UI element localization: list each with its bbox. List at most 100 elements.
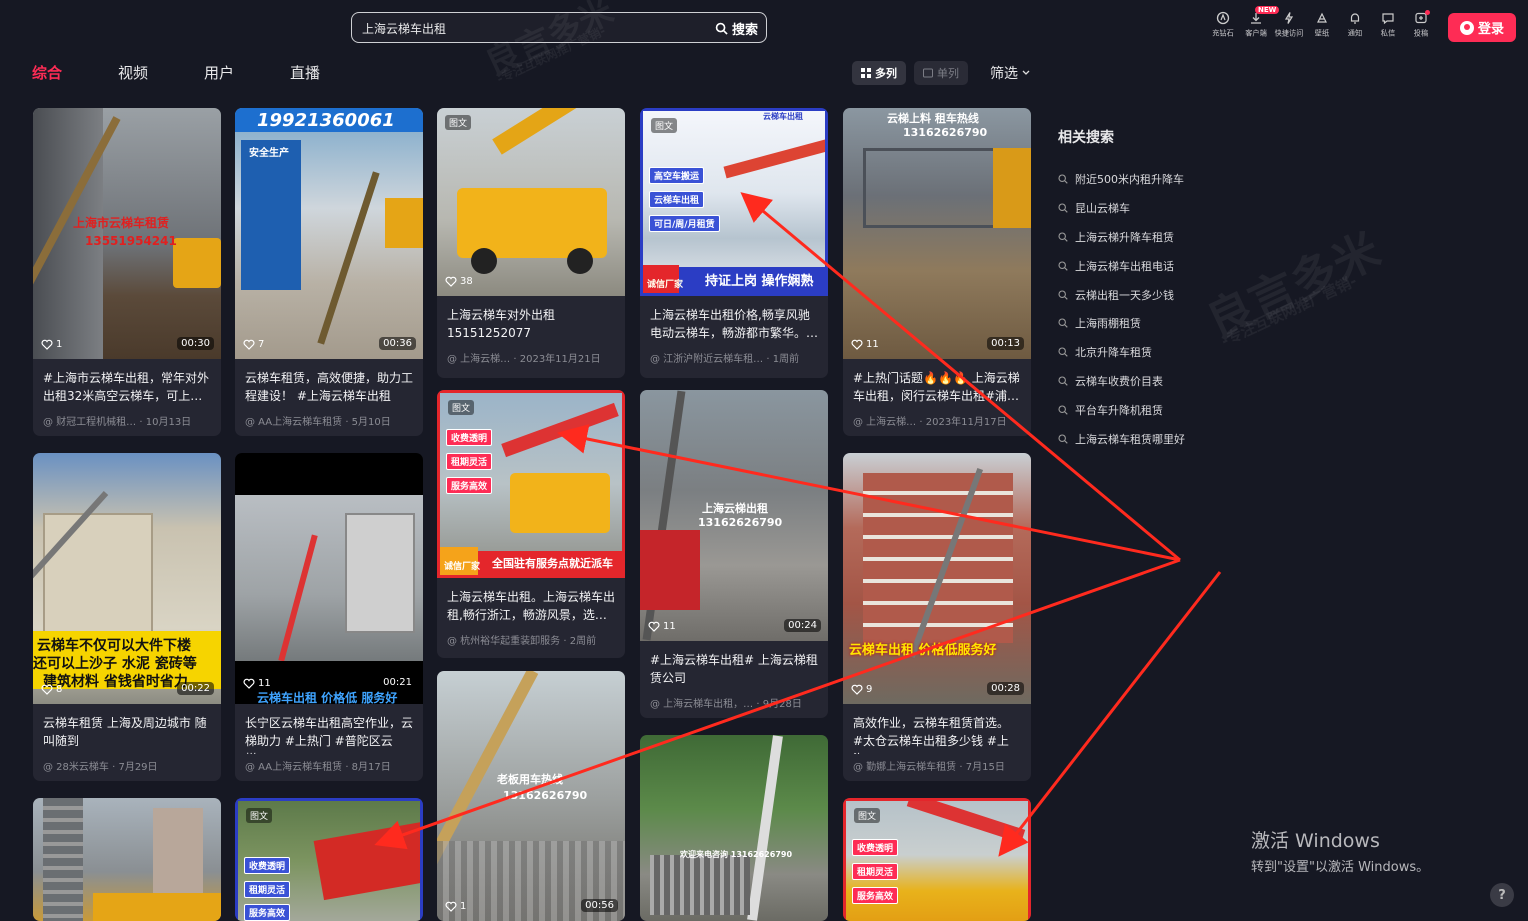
search-icon <box>1058 290 1068 300</box>
tab-user[interactable]: 用户 <box>204 62 290 83</box>
heart-icon <box>243 339 255 350</box>
video-thumbnail[interactable]: 上海市云梯车租赁 13551954241 1 00:30 <box>33 108 221 359</box>
heart-icon <box>445 276 457 287</box>
grid-icon <box>861 68 871 78</box>
video-thumbnail[interactable]: 19921360061 安全生产 7 00:36 <box>235 108 423 359</box>
image-post-card[interactable]: 云梯车出租 高空车搬运 云梯车出租 可日/周/月租赁 诚信厂家 持证上岗 操作娴… <box>640 108 828 378</box>
video-duration: 00:30 <box>177 337 214 350</box>
card-title[interactable]: 云梯车租赁，高效便捷，助力工程建设！ #上海云梯车出租 #… <box>235 359 423 409</box>
video-duration: 00:21 <box>379 676 416 689</box>
login-button[interactable]: 登录 <box>1448 13 1516 42</box>
single-column-icon <box>923 68 933 78</box>
image-post-card[interactable]: 收费透明 租期灵活 服务高效 图文 <box>843 798 1031 921</box>
video-card[interactable]: 欢迎来电咨询 13162626790 <box>640 735 828 921</box>
tab-live[interactable]: 直播 <box>290 62 376 83</box>
top-icon-message[interactable]: 私信 <box>1371 8 1404 39</box>
top-bar: 上海云梯车出租 搜索 充钻石 NEW 客户端 快捷访问 壁纸 通知 私信 投稿 … <box>0 0 1528 52</box>
video-duration: 00:13 <box>987 337 1024 350</box>
top-icon-wallpaper[interactable]: 壁纸 <box>1305 8 1338 39</box>
tab-video[interactable]: 视频 <box>118 62 204 83</box>
search-input[interactable]: 上海云梯车出租 <box>362 20 446 37</box>
related-search-item[interactable]: 云梯出租一天多少钱 <box>1058 280 1185 309</box>
windows-activation-notice: 激活 Windows 转到"设置"以激活 Windows。 <box>1251 830 1430 875</box>
video-card[interactable]: 云梯车出租 价格低服务好 9 00:28 高效作业，云梯车租赁首选。 #太仓云梯… <box>843 453 1031 781</box>
card-title[interactable]: #上热门话题🔥🔥🔥 上海云梯车出租，闵行云梯车出租#浦… <box>843 359 1031 409</box>
top-icon-notify[interactable]: 通知 <box>1338 8 1371 39</box>
post-thumbnail[interactable]: 收费透明 租期灵活 服务高效 图文 <box>235 798 423 921</box>
layout-switch: 多列 单列 筛选 <box>852 61 1030 85</box>
video-thumbnail[interactable]: 上海云梯出租 13162626790 11 00:24 <box>640 390 828 641</box>
video-card[interactable]: 上海市云梯车租赁 13551954241 1 00:30 #上海市云梯车出租，常… <box>33 108 221 436</box>
related-search-item[interactable]: 上海云梯升降车租赁 <box>1058 223 1185 252</box>
related-search-item[interactable]: 昆山云梯车 <box>1058 194 1185 223</box>
card-meta: @ 上海云梯… · 2023年11月17日 <box>853 417 1007 428</box>
card-title[interactable]: 上海云梯车出租价格,畅享风驰电动云梯车，畅游都市繁华。… <box>640 296 828 346</box>
card-title[interactable]: 上海云梯车出租。上海云梯车出租,畅行浙江，畅游风景，选… <box>437 578 625 628</box>
related-search-item[interactable]: 北京升降车租赁 <box>1058 338 1185 367</box>
video-card[interactable]: 云梯车出租 价格低 服务好 11 00:21 长宁区云梯车出租高空作业，云梯助力… <box>235 453 423 781</box>
search-button[interactable]: 搜索 <box>715 19 758 38</box>
post-thumbnail[interactable]: 收费透明 租期灵活 服务高效 图文 <box>843 798 1031 921</box>
related-search-item[interactable]: 平台车升降机租赁 <box>1058 395 1185 424</box>
card-title[interactable]: 高效作业，云梯车租赁首选。 #太仓云梯车出租多少钱 #上海… <box>843 704 1031 754</box>
card-meta: @ 28米云梯车 · 7月29日 <box>43 762 158 773</box>
video-thumbnail[interactable]: 云梯车出租 价格低 服务好 11 00:21 <box>235 453 423 704</box>
video-duration: 00:56 <box>581 899 618 912</box>
user-avatar-icon <box>1459 20 1474 35</box>
card-title[interactable]: #上海云梯车出租# 上海云梯租赁公司 <box>640 641 828 691</box>
related-search-item[interactable]: 上海雨棚租赁 <box>1058 309 1185 338</box>
card-title[interactable]: 长宁区云梯车出租高空作业，云梯助力 #上热门 #普陀区云梯… <box>235 704 423 754</box>
video-thumbnail[interactable]: 欢迎来电咨询 13162626790 <box>640 735 828 921</box>
video-thumbnail[interactable]: 云梯车出租 价格低服务好 9 00:28 <box>843 453 1031 704</box>
image-post-card[interactable]: 图文 38 上海云梯车对外出租 15151252077 @ 上海云梯… · 20… <box>437 108 625 378</box>
message-icon <box>1381 13 1394 25</box>
post-thumbnail[interactable]: 收费透明 租期灵活 服务高效 诚信厂家 全国驻有服务点就近派车 图文 <box>437 390 625 578</box>
card-title[interactable]: #上海市云梯车出租，常年对外出租32米高空云梯车，可上… <box>33 359 221 409</box>
video-duration: 00:28 <box>987 682 1024 695</box>
single-column-button[interactable]: 单列 <box>914 61 968 85</box>
video-card[interactable]: 云梯上料 租车热线 13162626790 11 00:13 #上热门话题🔥🔥🔥… <box>843 108 1031 436</box>
video-thumbnail[interactable]: 云梯车不仅可以大件下楼 还可以上沙子 水泥 瓷砖等 建筑材料 省钱省时省力 8 … <box>33 453 221 704</box>
help-button[interactable]: ? <box>1490 883 1514 907</box>
card-title[interactable]: 云梯车租赁 上海及周边城市 随叫随到 <box>33 704 221 754</box>
lightning-icon <box>1284 12 1293 24</box>
top-icon-quick-access[interactable]: 快捷访问 <box>1272 8 1305 39</box>
video-thumbnail[interactable]: 老板用车热线 13162626790 1 00:56 <box>437 671 625 921</box>
heart-icon <box>648 621 660 632</box>
video-duration: 00:36 <box>379 337 416 350</box>
search-tabs: 综合 视频 用户 直播 <box>32 62 376 83</box>
video-duration: 00:24 <box>784 619 821 632</box>
image-post-card[interactable]: 收费透明 租期灵活 服务高效 图文 <box>235 798 423 921</box>
related-search-item[interactable]: 上海云梯车租赁哪里好 <box>1058 424 1185 453</box>
top-icon-recharge[interactable]: 充钻石 <box>1206 8 1239 39</box>
search-icon <box>715 22 728 35</box>
filter-button[interactable]: 筛选 <box>990 63 1030 83</box>
video-card[interactable] <box>33 798 221 921</box>
top-icon-client[interactable]: NEW 客户端 <box>1239 6 1280 39</box>
heart-icon <box>41 684 53 695</box>
search-icon <box>1058 405 1068 415</box>
search-box[interactable]: 上海云梯车出租 搜索 <box>351 12 767 43</box>
post-thumbnail[interactable]: 图文 38 <box>437 108 625 296</box>
video-card[interactable]: 上海云梯出租 13162626790 11 00:24 #上海云梯车出租# 上海… <box>640 390 828 718</box>
tab-all[interactable]: 综合 <box>32 62 118 83</box>
image-post-card[interactable]: 收费透明 租期灵活 服务高效 诚信厂家 全国驻有服务点就近派车 图文 上海云梯车… <box>437 390 625 658</box>
related-search-item[interactable]: 附近500米内租升降车 <box>1058 165 1185 194</box>
video-thumbnail[interactable]: 云梯上料 租车热线 13162626790 11 00:13 <box>843 108 1031 359</box>
related-search-item[interactable]: 云梯车收费价目表 <box>1058 367 1185 396</box>
search-icon <box>1058 376 1068 386</box>
video-thumbnail[interactable] <box>33 798 221 921</box>
post-thumbnail[interactable]: 云梯车出租 高空车搬运 云梯车出租 可日/周/月租赁 诚信厂家 持证上岗 操作娴… <box>640 108 828 296</box>
card-title[interactable]: 上海云梯车对外出租 15151252077 <box>437 296 625 346</box>
search-icon <box>1058 203 1068 213</box>
heart-icon <box>445 901 457 912</box>
multi-column-button[interactable]: 多列 <box>852 61 906 85</box>
top-icon-upload[interactable]: 投稿 <box>1404 8 1437 39</box>
card-meta: @ 上海云梯车出租，… · 9月28日 <box>650 699 802 710</box>
video-card[interactable]: 19921360061 安全生产 7 00:36 云梯车租赁，高效便捷，助力工程… <box>235 108 423 436</box>
video-card[interactable]: 老板用车热线 13162626790 1 00:56 <box>437 671 625 921</box>
video-card[interactable]: 云梯车不仅可以大件下楼 还可以上沙子 水泥 瓷砖等 建筑材料 省钱省时省力 8 … <box>33 453 221 781</box>
related-search-item[interactable]: 上海云梯车出租电话 <box>1058 251 1185 280</box>
heart-icon <box>851 684 863 695</box>
bell-icon <box>1350 13 1359 24</box>
